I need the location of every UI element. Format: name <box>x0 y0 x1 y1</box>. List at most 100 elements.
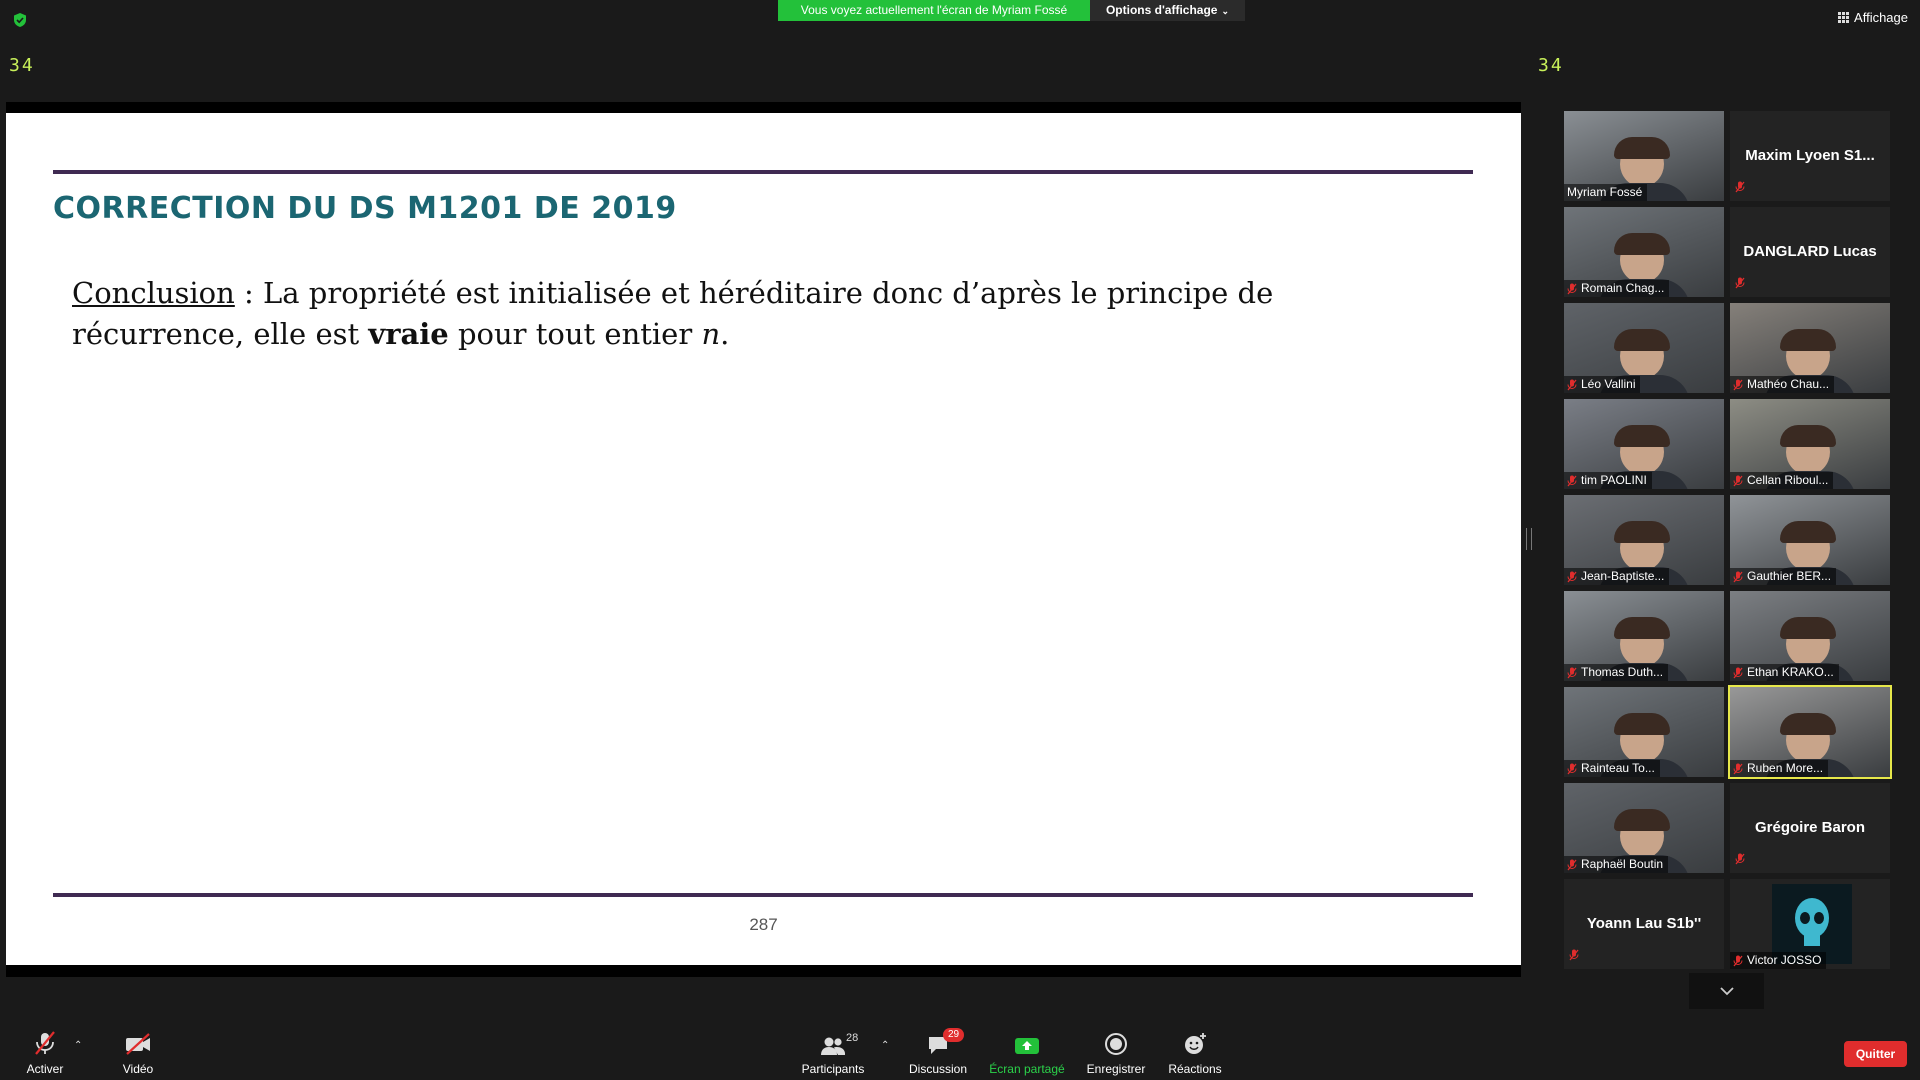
participant-name: Maxim Lyoen S1... <box>1745 147 1875 164</box>
participant-tile[interactable]: Thomas Duth... <box>1564 591 1724 681</box>
participant-tile[interactable]: Gauthier BER... <box>1730 495 1890 585</box>
view-button-label: Affichage <box>1854 10 1908 25</box>
unmute-button[interactable]: Activer <box>0 1030 90 1076</box>
participant-tile[interactable]: Mathéo Chau... <box>1730 303 1890 393</box>
microphone-muted-icon <box>1567 379 1577 391</box>
slide-title: CORRECTION DU DS M1201 DE 2019 <box>53 191 677 226</box>
microphone-muted-icon <box>1733 763 1743 775</box>
microphone-muted-icon <box>1735 276 1745 294</box>
slide-page-number: 287 <box>749 915 778 934</box>
gallery-scroll-down-button[interactable] <box>1689 973 1764 1009</box>
participant-name-text: Ethan KRAKO... <box>1747 665 1834 679</box>
participant-name: Jean-Baptiste... <box>1564 568 1670 585</box>
share-screen-label: Écran partagé <box>989 1062 1065 1076</box>
conclusion-label: Conclusion <box>72 276 235 310</box>
slide-counter-left: 34 <box>9 55 35 76</box>
participant-name: DANGLARD Lucas <box>1743 243 1877 260</box>
participant-tile[interactable]: Raphaël Boutin <box>1564 783 1724 873</box>
participant-name-text: Romain Chag... <box>1581 281 1665 295</box>
participant-tile[interactable]: Romain Chag... <box>1564 207 1724 297</box>
leave-meeting-button[interactable]: Quitter <box>1844 1041 1907 1067</box>
participant-tile[interactable]: Grégoire Baron <box>1730 783 1890 873</box>
participant-name: Ethan KRAKO... <box>1730 664 1839 681</box>
microphone-muted-icon <box>1733 379 1743 391</box>
slide-bottom-rule <box>53 893 1473 897</box>
panel-resize-handle[interactable] <box>1526 528 1532 550</box>
participant-name: Grégoire Baron <box>1754 819 1866 836</box>
reactions-label: Réactions <box>1168 1062 1222 1076</box>
record-label: Enregistrer <box>1086 1062 1146 1076</box>
chat-bubble-icon: 29 <box>893 1028 983 1056</box>
grid-view-icon <box>1838 12 1850 23</box>
participant-name-text: Cellan Riboul... <box>1747 473 1829 487</box>
participant-tile[interactable]: Ruben More... <box>1728 685 1892 779</box>
smiley-add-icon <box>1150 1030 1240 1056</box>
microphone-muted-icon <box>1733 955 1743 967</box>
screen-share-banner: Vous voyez actuellement l'écran de Myria… <box>778 0 1090 21</box>
microphone-muted-icon <box>1567 283 1577 295</box>
microphone-muted-icon <box>1567 859 1577 871</box>
record-icon <box>1071 1030 1161 1056</box>
body-variable: n <box>701 317 721 351</box>
participant-name-text: Thomas Duth... <box>1581 665 1664 679</box>
share-screen-button[interactable]: Écran partagé <box>982 1030 1072 1076</box>
participant-name: Romain Chag... <box>1564 280 1670 297</box>
participant-name-text: Mathéo Chau... <box>1747 377 1830 391</box>
microphone-muted-icon <box>1567 571 1577 583</box>
participants-count: 28 <box>846 1032 859 1044</box>
slide-body: Conclusion : La propriété est initialisé… <box>72 273 1372 355</box>
participants-options-caret[interactable]: ⌃ <box>881 1040 889 1051</box>
share-screen-icon <box>982 1030 1072 1056</box>
participant-tile[interactable]: Rainteau To... <box>1564 687 1724 777</box>
security-shield-icon[interactable] <box>12 12 28 28</box>
participant-name-text: Léo Vallini <box>1581 377 1636 391</box>
shared-slide: CORRECTION DU DS M1201 DE 2019 Conclusio… <box>6 113 1521 965</box>
participant-tile[interactable]: DANGLARD Lucas <box>1730 207 1890 297</box>
microphone-muted-icon <box>1733 571 1743 583</box>
participant-tile[interactable]: Jean-Baptiste... <box>1564 495 1724 585</box>
slide-top-rule <box>53 170 1473 174</box>
participant-name-text: Rainteau To... <box>1581 761 1655 775</box>
participant-name-text: Myriam Fossé <box>1567 185 1643 199</box>
microphone-muted-icon <box>1567 475 1577 487</box>
participant-name-text: Jean-Baptiste... <box>1581 569 1665 583</box>
participant-name: Myriam Fossé <box>1564 184 1648 201</box>
participant-name: Yoann Lau S1b'' <box>1586 915 1702 932</box>
participant-tile[interactable]: Myriam Fossé <box>1564 111 1724 201</box>
participant-tile[interactable]: Yoann Lau S1b'' <box>1564 879 1724 969</box>
chat-button[interactable]: 29 Discussion <box>893 1028 983 1076</box>
view-options-label: Options d'affichage <box>1105 3 1218 17</box>
participants-icon: 28 <box>788 1030 878 1056</box>
participant-tile[interactable]: Cellan Riboul... <box>1730 399 1890 489</box>
participant-name-text: Victor JOSSO <box>1747 953 1822 967</box>
camera-off-icon <box>93 1030 183 1056</box>
microphone-muted-icon <box>1735 180 1745 198</box>
participant-tile[interactable]: Léo Vallini <box>1564 303 1724 393</box>
microphone-muted-icon <box>1569 948 1579 966</box>
audio-options-caret[interactable]: ⌃ <box>74 1040 82 1051</box>
participant-tile[interactable]: tim PAOLINI <box>1564 399 1724 489</box>
participant-tile[interactable]: Maxim Lyoen S1... <box>1730 111 1890 201</box>
chat-label: Discussion <box>908 1062 968 1076</box>
participant-name-text: Raphaël Boutin <box>1581 857 1664 871</box>
slide-counter-right: 34 <box>1538 55 1564 76</box>
participants-button[interactable]: 28 Participants <box>788 1030 878 1076</box>
body-text-end: . <box>720 317 730 351</box>
view-button[interactable]: Affichage <box>1838 10 1908 25</box>
participant-name: Léo Vallini <box>1564 376 1641 393</box>
participant-name-text: tim PAOLINI <box>1581 473 1647 487</box>
start-video-button[interactable]: Vidéo <box>93 1030 183 1076</box>
microphone-muted-icon <box>1567 667 1577 679</box>
microphone-muted-icon <box>1567 763 1577 775</box>
participant-name-text: Ruben More... <box>1747 761 1824 775</box>
participant-tile[interactable]: Victor JOSSO <box>1730 879 1890 969</box>
reactions-button[interactable]: Réactions <box>1150 1030 1240 1076</box>
participant-tile[interactable]: Ethan KRAKO... <box>1730 591 1890 681</box>
participant-name: Victor JOSSO <box>1730 952 1827 969</box>
microphone-muted-icon <box>1733 475 1743 487</box>
participant-name: Raphaël Boutin <box>1564 856 1669 873</box>
participant-name: Gauthier BER... <box>1730 568 1837 585</box>
participant-name: Rainteau To... <box>1564 760 1660 777</box>
record-button[interactable]: Enregistrer <box>1071 1030 1161 1076</box>
view-options-dropdown[interactable]: Options d'affichage ⌄ <box>1090 0 1245 21</box>
